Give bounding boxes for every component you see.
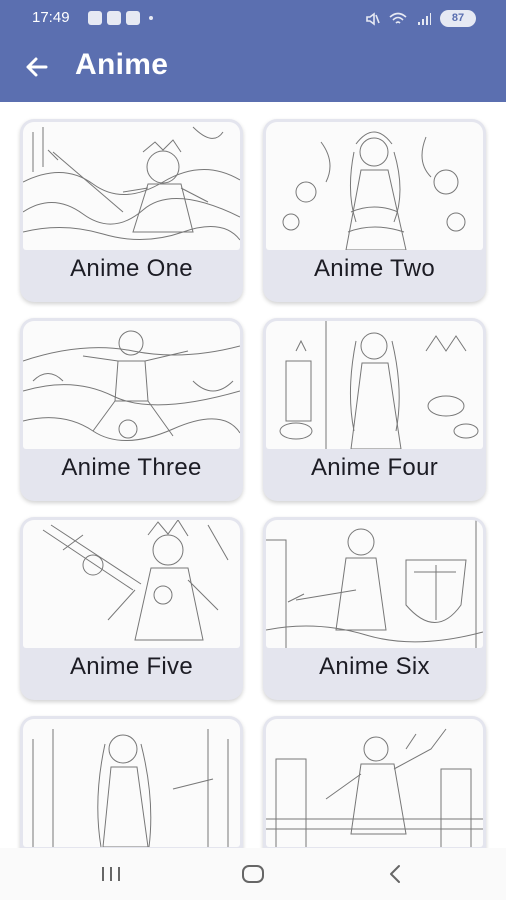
- system-icons: 87: [364, 10, 476, 27]
- notification-icon: [126, 11, 140, 25]
- arrow-left-icon[interactable]: [22, 52, 56, 82]
- recents-icon[interactable]: [96, 862, 126, 886]
- anime-seven-thumbnail: [23, 719, 240, 847]
- anime-card[interactable]: Anime One: [20, 119, 243, 302]
- anime-card[interactable]: Anime Five: [20, 517, 243, 700]
- anime-card-label: Anime Three: [61, 454, 202, 481]
- notification-icons: [88, 11, 153, 25]
- anime-card[interactable]: [20, 716, 243, 848]
- back-icon[interactable]: [380, 862, 410, 886]
- app-bar: 17:49 87 Anime: [0, 0, 506, 102]
- system-navigation-bar: [0, 848, 506, 900]
- status-time: 17:49: [32, 9, 70, 26]
- anime-eight-thumbnail: [266, 719, 483, 847]
- anime-card[interactable]: Anime Two: [263, 119, 486, 302]
- wifi-icon: [389, 12, 407, 24]
- anime-card-label: Anime Five: [69, 653, 194, 680]
- anime-six-thumbnail: [266, 520, 483, 648]
- battery-indicator: 87: [440, 10, 476, 27]
- mute-icon: [366, 11, 380, 26]
- signal-icon: [418, 12, 431, 25]
- anime-card-label: Anime One: [70, 255, 193, 282]
- anime-two-thumbnail: [266, 122, 483, 250]
- status-bar: 17:49 87: [0, 0, 506, 38]
- notification-icon: [107, 11, 121, 25]
- anime-card[interactable]: [263, 716, 486, 848]
- home-icon[interactable]: [238, 862, 268, 886]
- anime-one-thumbnail: [23, 122, 240, 250]
- more-notifications-icon: [149, 16, 153, 20]
- anime-card[interactable]: Anime Four: [263, 318, 486, 501]
- notification-icon: [88, 11, 102, 25]
- anime-grid[interactable]: Anime One Anime Two Anime Three Anime Fo…: [0, 102, 506, 848]
- anime-card-label: Anime Six: [319, 653, 430, 680]
- page-title: Anime: [75, 48, 169, 81]
- anime-card[interactable]: Anime Three: [20, 318, 243, 501]
- anime-three-thumbnail: [23, 321, 240, 449]
- anime-card-label: Anime Four: [310, 454, 439, 481]
- anime-card[interactable]: Anime Six: [263, 517, 486, 700]
- anime-four-thumbnail: [266, 321, 483, 449]
- anime-card-label: Anime Two: [314, 255, 435, 282]
- anime-five-thumbnail: [23, 520, 240, 648]
